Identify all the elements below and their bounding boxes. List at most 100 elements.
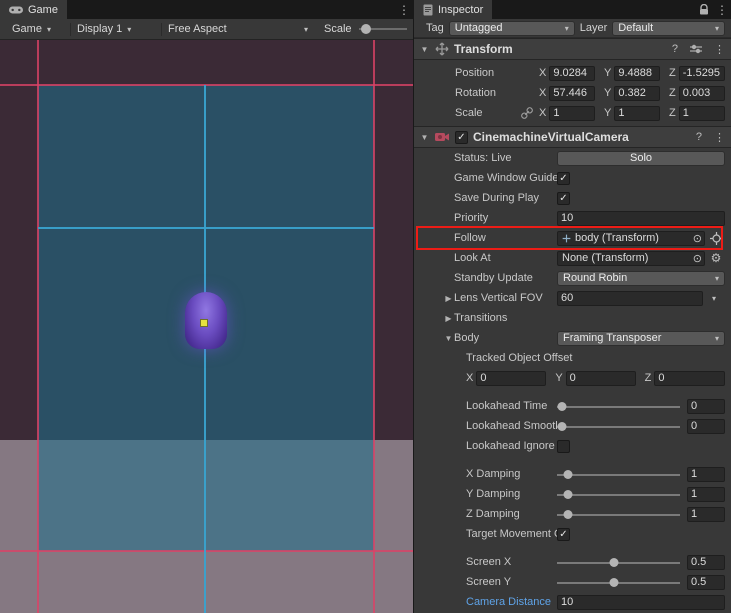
standby-update-dropdown[interactable]: Round Robin ▾ bbox=[557, 270, 725, 286]
screen-y-slider[interactable] bbox=[557, 576, 680, 589]
transform-menu-icon[interactable]: ⋮ bbox=[714, 43, 725, 56]
slider-knob[interactable] bbox=[557, 401, 567, 411]
lock-icon[interactable] bbox=[695, 0, 713, 19]
rotation-row: Rotation X 57.446 Y 0.382 Z 0.003 bbox=[414, 83, 731, 103]
game-view-mode-dropdown[interactable]: Game ▾ bbox=[6, 19, 70, 39]
inspector-tabbar-spacer bbox=[492, 0, 695, 19]
z-damping-field[interactable]: 1 bbox=[687, 506, 725, 522]
lookahead-time-slider[interactable] bbox=[557, 400, 680, 413]
presets-icon[interactable] bbox=[690, 44, 702, 54]
z-damping-slider[interactable] bbox=[557, 508, 680, 521]
body-foldout-icon[interactable]: ▼ bbox=[443, 334, 454, 343]
slider-knob[interactable] bbox=[609, 577, 619, 587]
x-damping-field[interactable]: 1 bbox=[687, 466, 725, 482]
slider-knob[interactable] bbox=[609, 557, 619, 567]
look-at-label: Look At bbox=[454, 252, 491, 264]
check-icon: ✓ bbox=[457, 131, 466, 143]
axis-y-label: Y bbox=[604, 67, 612, 79]
lens-foldout-icon[interactable]: ▶ bbox=[443, 294, 454, 303]
scale-y-field[interactable]: 1 bbox=[614, 105, 660, 121]
vcam-enabled-checkbox[interactable]: ✓ bbox=[455, 130, 468, 144]
gear-icon[interactable]: ⚙ bbox=[707, 251, 725, 265]
x-damping-slider[interactable] bbox=[557, 468, 680, 481]
x-damping-label: X Damping bbox=[466, 468, 521, 480]
slider-knob[interactable] bbox=[557, 421, 567, 431]
y-damping-field[interactable]: 1 bbox=[687, 486, 725, 502]
slider-knob[interactable] bbox=[563, 469, 573, 479]
layer-value: Default bbox=[618, 22, 654, 34]
aspect-ratio-dropdown[interactable]: Free Aspect ▾ bbox=[162, 19, 314, 39]
target-movement-checkbox[interactable]: ✓ bbox=[557, 527, 570, 541]
z-damping-label: Z Damping bbox=[466, 508, 520, 520]
screen-x-field[interactable]: 0.5 bbox=[687, 554, 725, 570]
screen-x-row: Screen X 0.5 bbox=[414, 552, 731, 572]
lookahead-ignore-checkbox[interactable] bbox=[557, 439, 570, 453]
camera-distance-field[interactable]: 10 bbox=[557, 594, 725, 610]
slider-track bbox=[557, 561, 680, 564]
tab-inspector[interactable]: Inspector bbox=[414, 0, 493, 19]
transform-header[interactable]: ▼ Transform ? ⋮ bbox=[414, 38, 731, 60]
follow-target-icon[interactable] bbox=[707, 231, 725, 245]
lookahead-smoothing-slider[interactable] bbox=[557, 420, 680, 433]
slider-knob[interactable] bbox=[563, 489, 573, 499]
offset-y-field[interactable]: 0 bbox=[565, 370, 636, 386]
solo-button[interactable]: Solo bbox=[557, 150, 725, 166]
help-icon[interactable]: ? bbox=[696, 131, 702, 143]
y-damping-label: Y Damping bbox=[466, 488, 521, 500]
priority-label: Priority bbox=[454, 212, 489, 224]
game-tabbar-spacer bbox=[67, 0, 395, 19]
constrain-proportions-icon[interactable] bbox=[521, 107, 533, 119]
standby-update-label: Standby Update bbox=[454, 272, 533, 284]
vcam-header[interactable]: ▼ ✓ CinemachineVirtualCamera ? ⋮ bbox=[414, 126, 731, 148]
cinemachine-camera-icon bbox=[435, 133, 449, 141]
game-panel-menu-icon[interactable]: ⋮ bbox=[395, 0, 413, 19]
follow-object-field[interactable]: body (Transform) ⊙ bbox=[557, 230, 705, 246]
body-algorithm-dropdown[interactable]: Framing Transposer ▾ bbox=[557, 330, 725, 346]
scale-slider[interactable] bbox=[358, 23, 407, 35]
help-icon[interactable]: ? bbox=[672, 43, 678, 55]
inspector-menu-icon[interactable]: ⋮ bbox=[713, 0, 731, 19]
save-checkbox[interactable]: ✓ bbox=[557, 191, 570, 205]
vcam-foldout-icon[interactable]: ▼ bbox=[419, 133, 430, 142]
object-picker-icon[interactable]: ⊙ bbox=[693, 232, 702, 245]
look-at-object-value: None (Transform) bbox=[562, 252, 649, 264]
look-at-object-field[interactable]: None (Transform) ⊙ bbox=[557, 250, 705, 266]
screen-x-slider[interactable] bbox=[557, 556, 680, 569]
rotation-x-field[interactable]: 57.446 bbox=[549, 85, 595, 101]
axis-z-label: Z bbox=[669, 107, 676, 119]
slider-knob[interactable] bbox=[563, 509, 573, 519]
display-dropdown[interactable]: Display 1 ▾ bbox=[71, 19, 161, 39]
scale-x-field[interactable]: 1 bbox=[549, 105, 595, 121]
vcam-menu-icon[interactable]: ⋮ bbox=[714, 131, 725, 144]
save-during-play-row: Save During Play ✓ bbox=[414, 188, 731, 208]
priority-field[interactable]: 10 bbox=[557, 210, 725, 226]
position-x-field[interactable]: 9.0284 bbox=[549, 65, 595, 81]
scale-z-field[interactable]: 1 bbox=[678, 105, 725, 121]
position-y-field[interactable]: 9.4888 bbox=[614, 65, 660, 81]
fov-presets-dropdown-icon[interactable]: ▾ bbox=[703, 294, 725, 303]
lens-fov-field[interactable]: 60 bbox=[557, 290, 703, 306]
scale-slider-knob[interactable] bbox=[360, 24, 371, 34]
screen-y-field[interactable]: 0.5 bbox=[687, 574, 725, 590]
priority-row: Priority 10 bbox=[414, 208, 731, 228]
layer-label: Layer bbox=[579, 22, 608, 34]
game-viewport[interactable] bbox=[0, 40, 413, 613]
transform-icon bbox=[435, 42, 449, 56]
rotation-z-field[interactable]: 0.003 bbox=[678, 85, 725, 101]
tag-value: Untagged bbox=[454, 22, 503, 34]
guides-checkbox[interactable]: ✓ bbox=[557, 171, 570, 185]
layer-dropdown[interactable]: Default ▾ bbox=[612, 20, 725, 36]
tag-dropdown[interactable]: Untagged ▾ bbox=[448, 20, 575, 36]
transform-body: Position X 9.0284 Y 9.4888 Z -1.5295 Rotati… bbox=[414, 60, 731, 126]
object-picker-icon[interactable]: ⊙ bbox=[693, 252, 702, 265]
y-damping-slider[interactable] bbox=[557, 488, 680, 501]
position-z-field[interactable]: -1.5295 bbox=[678, 65, 725, 81]
transform-foldout-icon[interactable]: ▼ bbox=[419, 45, 430, 54]
offset-z-field[interactable]: 0 bbox=[654, 370, 725, 386]
lookahead-smoothing-field[interactable]: 0 bbox=[687, 418, 725, 434]
offset-x-field[interactable]: 0 bbox=[476, 370, 547, 386]
rotation-y-field[interactable]: 0.382 bbox=[614, 85, 660, 101]
tab-game[interactable]: Game bbox=[0, 0, 67, 19]
transitions-foldout-icon[interactable]: ▶ bbox=[443, 314, 454, 323]
lookahead-time-field[interactable]: 0 bbox=[687, 398, 725, 414]
